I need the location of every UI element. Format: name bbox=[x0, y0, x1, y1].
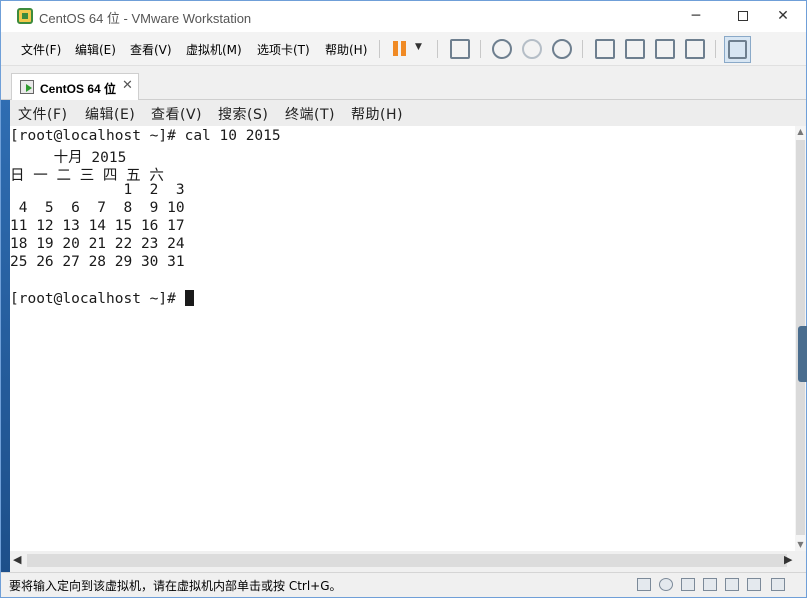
usb-icon[interactable] bbox=[771, 578, 785, 591]
horizontal-scrollbar[interactable]: ◀ ▶ bbox=[10, 551, 795, 571]
terminal-line: 18 19 20 21 22 23 24 bbox=[10, 236, 185, 252]
terminal-menu-search[interactable]: 搜索(S) bbox=[218, 104, 268, 124]
title-bar: CentOS 64 位 - VMware Workstation ─ ✕ bbox=[1, 1, 806, 32]
terminal-prompt-line: [root@localhost ~]# bbox=[10, 290, 194, 308]
host-desktop-strip bbox=[1, 100, 10, 572]
revert-snapshot-icon[interactable] bbox=[522, 39, 542, 59]
vmware-window: CentOS 64 位 - VMware Workstation ─ ✕ 文件(… bbox=[0, 0, 807, 598]
terminal-menu-help[interactable]: 帮助(H) bbox=[351, 104, 403, 124]
thumbnail-button[interactable] bbox=[724, 36, 751, 63]
terminal-line: 11 12 13 14 15 16 17 bbox=[10, 218, 185, 234]
horizontal-scroll-thumb[interactable] bbox=[27, 554, 787, 567]
terminal-line: 日 一 二 三 四 五 六 bbox=[10, 168, 164, 184]
menu-view[interactable]: 查看(V) bbox=[130, 41, 172, 58]
sound-card-icon[interactable] bbox=[725, 578, 739, 591]
menu-help[interactable]: 帮助(H) bbox=[325, 41, 367, 58]
status-message: 要将输入定向到该虚拟机，请在虚拟机内部单击或按 Ctrl+G。 bbox=[9, 579, 342, 593]
pause-icon[interactable] bbox=[391, 39, 411, 59]
printer-icon[interactable] bbox=[703, 578, 717, 591]
close-button[interactable]: ✕ bbox=[760, 1, 806, 32]
scroll-up-icon[interactable]: ▲ bbox=[795, 126, 806, 138]
menu-edit[interactable]: 编辑(E) bbox=[75, 41, 116, 58]
minimize-button[interactable]: ─ bbox=[673, 1, 719, 32]
main-menubar: 文件(F) 编辑(E) 查看(V) 虚拟机(M) 选项卡(T) 帮助(H) ▼ bbox=[1, 32, 806, 66]
scroll-right-icon[interactable]: ▶ bbox=[784, 553, 792, 566]
toolbar-separator bbox=[437, 40, 438, 58]
terminal-line: [root@localhost ~]# cal 10 2015 bbox=[10, 128, 281, 144]
terminal-menu-terminal[interactable]: 终端(T) bbox=[285, 104, 335, 124]
tab-close-icon[interactable]: ✕ bbox=[122, 78, 133, 93]
vm-running-icon bbox=[20, 80, 34, 94]
terminal-line: 1 2 3 bbox=[10, 182, 185, 198]
hard-disk-icon[interactable] bbox=[637, 578, 651, 591]
tab-label: CentOS 64 位 bbox=[40, 82, 117, 96]
snapshot-manager-icon[interactable] bbox=[552, 39, 572, 59]
thumbnail-icon bbox=[728, 40, 747, 59]
terminal-menu-edit[interactable]: 编辑(E) bbox=[85, 104, 135, 124]
cd-dvd-icon[interactable] bbox=[659, 578, 673, 591]
fullscreen-icon[interactable] bbox=[655, 39, 675, 59]
terminal-line: 4 5 6 7 8 9 10 bbox=[10, 200, 185, 216]
side-panel-handle[interactable] bbox=[798, 326, 807, 382]
terminal-menu-view[interactable]: 查看(V) bbox=[151, 104, 202, 124]
unity-icon[interactable] bbox=[685, 39, 705, 59]
terminal-line: 十月 2015 bbox=[10, 150, 127, 166]
snapshot-icon[interactable] bbox=[492, 39, 512, 59]
maximize-icon bbox=[738, 11, 748, 21]
toolbar-separator bbox=[582, 40, 583, 58]
network-adapter-icon[interactable] bbox=[681, 578, 695, 591]
send-keys-icon[interactable] bbox=[450, 39, 470, 59]
scroll-left-icon[interactable]: ◀ bbox=[13, 553, 21, 566]
menu-file[interactable]: 文件(F) bbox=[21, 41, 61, 58]
toolbar-separator bbox=[379, 40, 380, 58]
window-title: CentOS 64 位 - VMware Workstation bbox=[39, 11, 252, 26]
menu-tabs[interactable]: 选项卡(T) bbox=[257, 41, 310, 58]
menu-vm[interactable]: 虚拟机(M) bbox=[186, 41, 242, 58]
console-view-icon[interactable] bbox=[625, 39, 645, 59]
terminal-menu-file[interactable]: 文件(F) bbox=[18, 104, 67, 124]
status-bar: 要将输入定向到该虚拟机，请在虚拟机内部单击或按 Ctrl+G。 bbox=[1, 572, 806, 597]
scroll-down-icon[interactable]: ▼ bbox=[795, 539, 806, 551]
terminal-line: 25 26 27 28 29 30 31 bbox=[10, 254, 185, 270]
library-icon[interactable] bbox=[595, 39, 615, 59]
vmware-app-icon bbox=[17, 8, 33, 24]
tab-bar: CentOS 64 位 ✕ bbox=[1, 67, 806, 101]
toolbar-separator bbox=[480, 40, 481, 58]
terminal-prompt: [root@localhost ~]# bbox=[10, 291, 185, 307]
power-dropdown-icon[interactable]: ▼ bbox=[415, 42, 422, 52]
text-cursor bbox=[184, 290, 194, 306]
display-icon[interactable] bbox=[747, 578, 761, 591]
terminal-output[interactable]: [root@localhost ~]# cal 10 2015 十月 2015 … bbox=[10, 126, 795, 551]
terminal-menubar: 文件(F) 编辑(E) 查看(V) 搜索(S) 终端(T) 帮助(H) bbox=[10, 100, 806, 126]
toolbar-separator bbox=[715, 40, 716, 58]
tab-centos[interactable]: CentOS 64 位 ✕ bbox=[11, 73, 139, 101]
